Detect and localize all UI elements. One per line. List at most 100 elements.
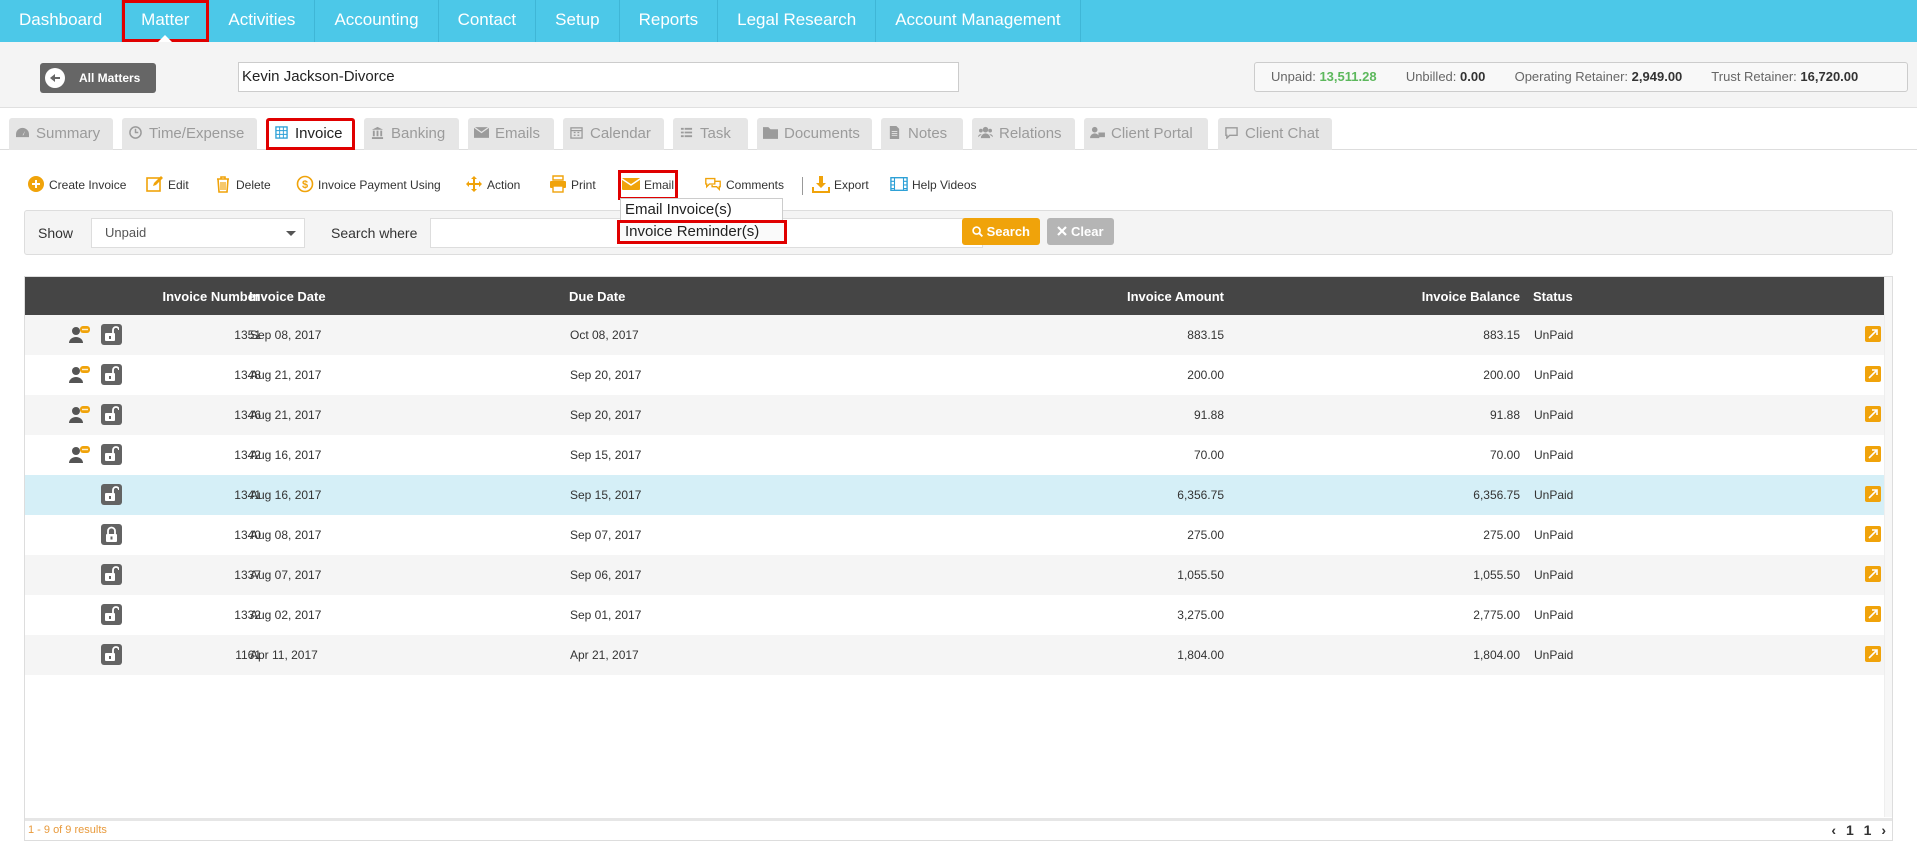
tab-task[interactable]: Task bbox=[673, 118, 748, 150]
nav-dashboard[interactable]: Dashboard bbox=[0, 0, 123, 42]
tab-summary[interactable]: Summary bbox=[9, 118, 113, 150]
vertical-scrollbar[interactable] bbox=[1884, 277, 1892, 817]
create-invoice-button[interactable]: Create Invoice bbox=[27, 174, 126, 196]
close-icon bbox=[1057, 226, 1068, 236]
col-invoice-balance[interactable]: Invoice Balance bbox=[1422, 289, 1520, 304]
trust-retainer-label: Trust Retainer: bbox=[1711, 69, 1797, 84]
table-row[interactable]: 1342 Aug 16, 2017 Sep 15, 2017 70.00 70.00 Un… bbox=[25, 435, 1885, 475]
cell-status: UnPaid bbox=[1534, 648, 1574, 662]
open-invoice-icon[interactable] bbox=[1865, 646, 1881, 662]
delete-button[interactable]: Delete bbox=[214, 174, 271, 196]
note-icon bbox=[889, 126, 900, 139]
table-row[interactable]: 1346 Aug 21, 2017 Sep 20, 2017 91.88 91.88 Un… bbox=[25, 395, 1885, 435]
invoice-reminders-menu-item[interactable]: Invoice Reminder(s) bbox=[617, 220, 787, 244]
lock-open-icon[interactable] bbox=[101, 484, 122, 505]
nav-setup[interactable]: Setup bbox=[536, 0, 620, 42]
search-where-label: Search where bbox=[331, 225, 418, 241]
page-current[interactable]: 1 bbox=[1864, 822, 1872, 838]
email-button[interactable]: Email bbox=[617, 170, 679, 200]
export-label: Export bbox=[834, 178, 869, 192]
nav-account-management[interactable]: Account Management bbox=[876, 0, 1081, 42]
action-button[interactable]: Action bbox=[465, 174, 520, 196]
table-row[interactable]: 1332 Aug 02, 2017 Sep 01, 2017 3,275.00 2,77… bbox=[25, 595, 1885, 635]
open-invoice-icon[interactable] bbox=[1865, 526, 1881, 542]
cell-invoice-amount: 70.00 bbox=[1193, 448, 1224, 462]
nav-activities[interactable]: Activities bbox=[209, 0, 316, 42]
lock-open-icon[interactable] bbox=[101, 404, 122, 425]
cell-invoice-amount: 1,804.00 bbox=[1177, 648, 1224, 662]
col-invoice-amount[interactable]: Invoice Amount bbox=[1127, 289, 1224, 304]
nav-accounting[interactable]: Accounting bbox=[315, 0, 439, 42]
task-list-icon bbox=[680, 127, 693, 138]
tab-notes[interactable]: Notes bbox=[881, 118, 963, 150]
table-row[interactable]: 1341 Aug 16, 2017 Sep 15, 2017 6,356.75 6,35… bbox=[25, 475, 1885, 515]
open-invoice-icon[interactable] bbox=[1865, 366, 1881, 382]
email-invoices-menu-item[interactable]: Email Invoice(s) bbox=[621, 199, 782, 221]
tab-time-expense-label: Time/Expense bbox=[149, 125, 245, 142]
table-row[interactable]: 1161 Apr 11, 2017 Apr 21, 2017 1,804.00 1,80… bbox=[25, 635, 1885, 675]
client-comment-icon[interactable] bbox=[69, 405, 91, 425]
open-invoice-icon[interactable] bbox=[1865, 446, 1881, 462]
client-comment-icon[interactable] bbox=[69, 445, 91, 465]
edit-button[interactable]: Edit bbox=[146, 174, 189, 196]
tab-documents[interactable]: Documents bbox=[757, 118, 872, 150]
client-comment-icon[interactable] bbox=[69, 325, 91, 345]
lock-open-icon[interactable] bbox=[101, 324, 122, 345]
help-videos-button[interactable]: Help Videos bbox=[890, 174, 977, 196]
next-page-button[interactable]: › bbox=[1881, 822, 1886, 838]
col-invoice-date[interactable]: Invoice Date bbox=[249, 289, 326, 304]
lock-open-icon[interactable] bbox=[101, 444, 122, 465]
tab-calendar[interactable]: Calendar bbox=[563, 118, 664, 150]
lock-closed-icon[interactable] bbox=[101, 524, 122, 545]
open-invoice-icon[interactable] bbox=[1865, 566, 1881, 582]
search-button[interactable]: Search bbox=[962, 218, 1040, 245]
cell-status: UnPaid bbox=[1534, 368, 1574, 382]
client-comment-icon[interactable] bbox=[69, 365, 91, 385]
table-row[interactable]: 1340 Aug 08, 2017 Sep 07, 2017 275.00 275.00… bbox=[25, 515, 1885, 555]
tab-client-chat[interactable]: Client Chat bbox=[1218, 118, 1332, 150]
nav-matter[interactable]: Matter bbox=[122, 0, 210, 42]
col-status[interactable]: Status bbox=[1533, 289, 1573, 304]
prev-page-button[interactable]: ‹ bbox=[1831, 822, 1836, 838]
nav-legal-research[interactable]: Legal Research bbox=[718, 0, 877, 42]
open-invoice-icon[interactable] bbox=[1865, 406, 1881, 422]
tab-emails[interactable]: Emails bbox=[468, 118, 554, 150]
tab-time-expense[interactable]: Time/Expense bbox=[122, 118, 257, 150]
lock-open-icon[interactable] bbox=[101, 364, 122, 385]
nav-reports[interactable]: Reports bbox=[620, 0, 719, 42]
open-invoice-icon[interactable] bbox=[1865, 486, 1881, 502]
tab-invoice[interactable]: Invoice bbox=[266, 118, 355, 150]
invoice-payment-button[interactable]: $ Invoice Payment Using bbox=[296, 174, 441, 196]
email-dropdown-menu: Email Invoice(s) Invoice Reminder(s) bbox=[617, 198, 787, 244]
page-first[interactable]: 1 bbox=[1846, 822, 1854, 838]
open-invoice-icon[interactable] bbox=[1865, 606, 1881, 622]
col-due-date[interactable]: Due Date bbox=[569, 289, 625, 304]
export-button[interactable]: Export bbox=[812, 174, 869, 196]
comments-button[interactable]: Comments bbox=[704, 174, 784, 196]
cell-invoice-amount: 883.15 bbox=[1187, 328, 1224, 342]
col-invoice-number[interactable]: Invoice Number bbox=[162, 289, 260, 304]
clear-button[interactable]: Clear bbox=[1047, 218, 1114, 245]
table-row[interactable]: 1351 Sep 08, 2017 Oct 08, 2017 883.15 883.15… bbox=[25, 315, 1885, 355]
tab-banking[interactable]: Banking bbox=[364, 118, 459, 150]
all-matters-button[interactable]: All Matters bbox=[40, 63, 156, 93]
show-select[interactable]: Unpaid bbox=[91, 218, 305, 248]
operating-retainer-label: Operating Retainer: bbox=[1514, 69, 1629, 84]
calendar-grid-icon bbox=[275, 126, 288, 139]
comments-label: Comments bbox=[726, 178, 785, 192]
open-invoice-icon[interactable] bbox=[1865, 326, 1881, 342]
svg-text:$: $ bbox=[302, 179, 308, 191]
nav-contact[interactable]: Contact bbox=[439, 0, 537, 42]
print-button[interactable]: Print bbox=[549, 174, 596, 196]
tab-client-portal[interactable]: Client Portal bbox=[1084, 118, 1208, 150]
lock-open-icon[interactable] bbox=[101, 644, 122, 665]
tab-relations[interactable]: Relations bbox=[972, 118, 1075, 150]
invoice-payment-label: Invoice Payment Using bbox=[318, 178, 441, 192]
lock-open-icon[interactable] bbox=[101, 604, 122, 625]
matter-name-field[interactable]: Kevin Jackson-Divorce bbox=[238, 62, 959, 92]
table-row[interactable]: 1348 Aug 21, 2017 Sep 20, 2017 200.00 200.00… bbox=[25, 355, 1885, 395]
edit-icon bbox=[146, 176, 163, 192]
lock-open-icon[interactable] bbox=[101, 564, 122, 585]
cell-status: UnPaid bbox=[1534, 488, 1574, 502]
table-row[interactable]: 1337 Aug 07, 2017 Sep 06, 2017 1,055.50 1,05… bbox=[25, 555, 1885, 595]
